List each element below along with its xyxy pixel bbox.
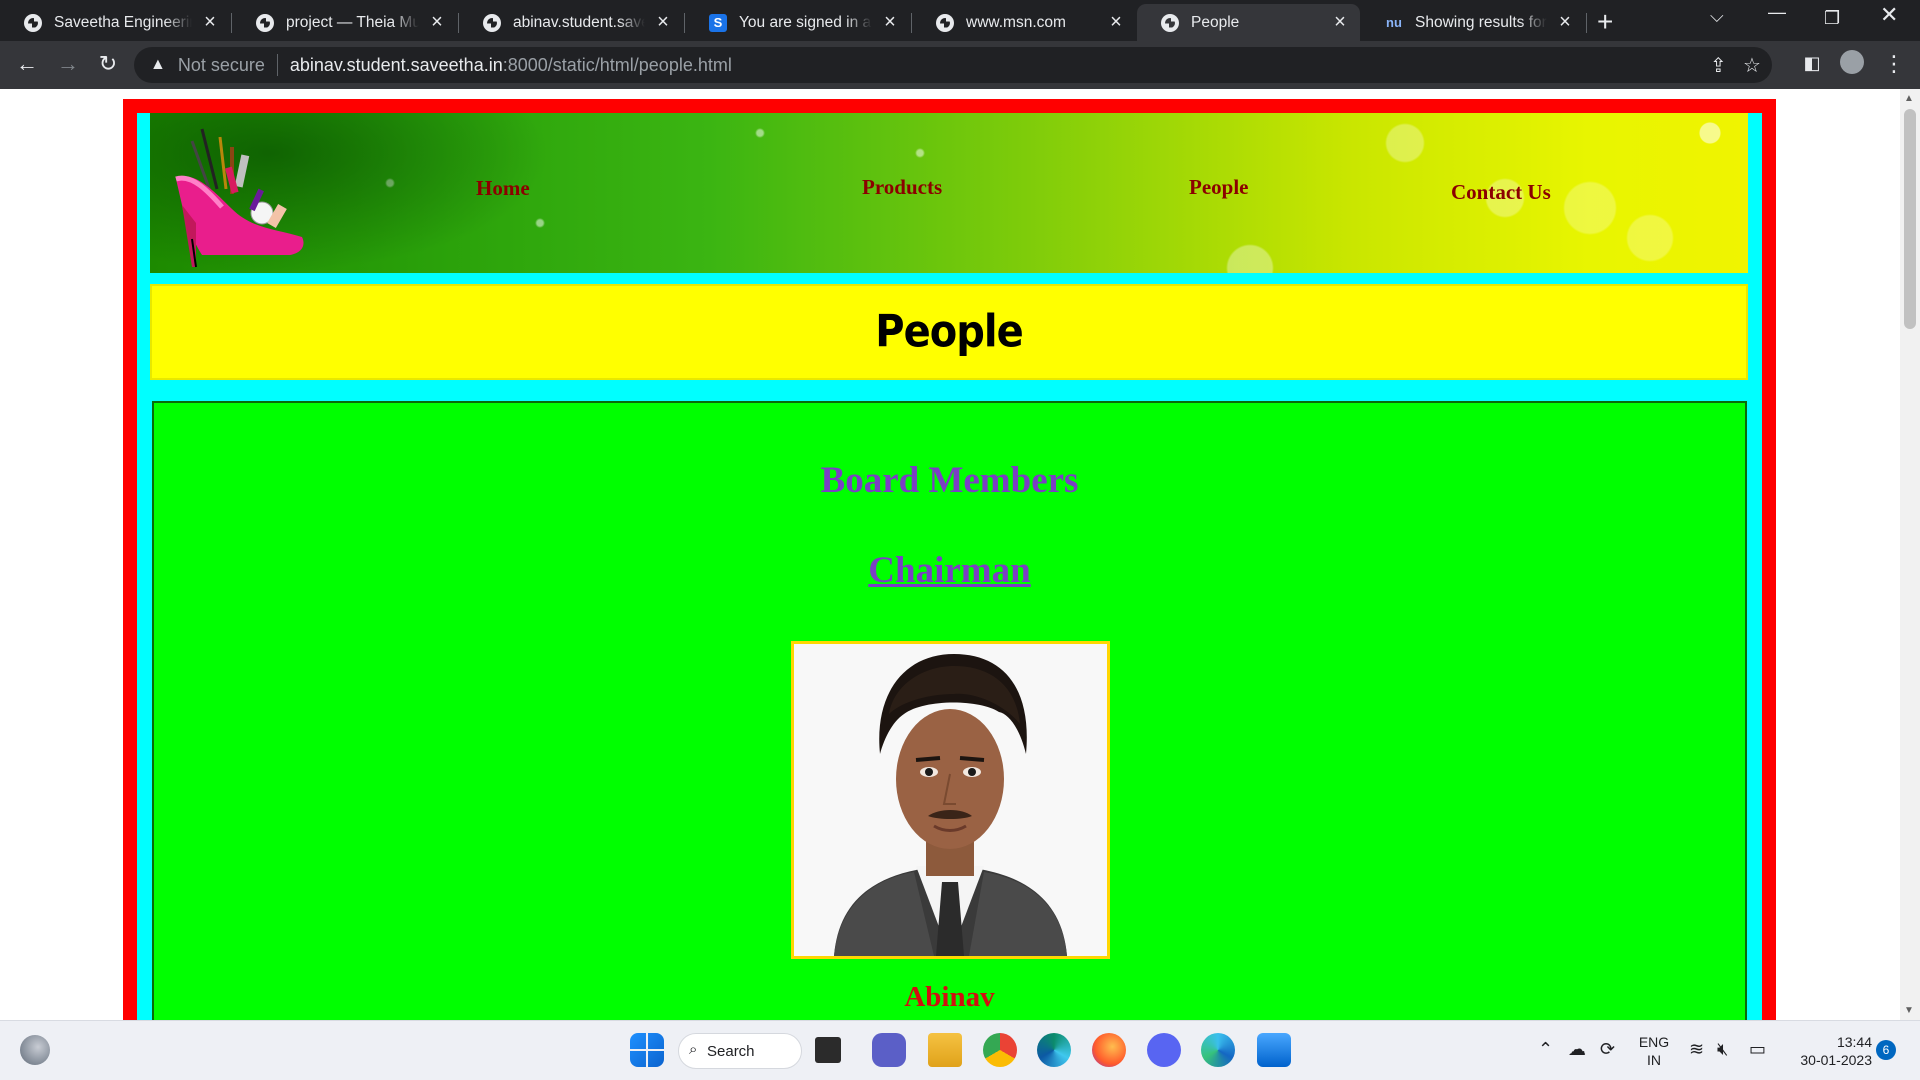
nu-icon: nu <box>1386 15 1402 30</box>
clock-time: 13:44 <box>1836 1034 1872 1050</box>
close-tab-icon[interactable]: × <box>1330 11 1350 34</box>
new-tab-button[interactable]: + <box>1597 6 1613 38</box>
close-tab-icon[interactable]: × <box>427 11 447 34</box>
nav-people-link[interactable]: People <box>1189 175 1248 200</box>
tab-title: abinav.student.saveetha <box>513 13 645 31</box>
close-tab-icon[interactable]: × <box>200 11 220 34</box>
close-tab-icon[interactable]: × <box>1106 11 1126 34</box>
close-tab-icon[interactable]: × <box>880 11 900 34</box>
tab-title: Showing results for ht <box>1415 13 1547 31</box>
globe-icon <box>483 13 501 32</box>
s-icon: S <box>709 13 727 32</box>
bookmark-star-icon[interactable]: ☆ <box>1743 53 1761 78</box>
language-code: ENG <box>1638 1034 1670 1050</box>
wifi-icon[interactable]: ≋ <box>1689 1039 1704 1060</box>
restore-button[interactable]: ❐ <box>1824 8 1840 29</box>
globe-icon <box>1161 13 1179 32</box>
tab-title: You are signed in as 2 <box>739 13 872 31</box>
edge-icon[interactable] <box>1201 1033 1235 1067</box>
page-scrollbar[interactable]: ▲ ▼ <box>1900 89 1920 1020</box>
globe-icon <box>936 13 954 32</box>
chairman-photo <box>791 641 1110 959</box>
high-heel-logo <box>175 128 304 268</box>
tab-title: www.msn.com <box>966 13 1066 31</box>
minimize-button[interactable]: — <box>1768 2 1786 23</box>
url-path: :8000/static/html/people.html <box>502 54 732 75</box>
forward-arrow-icon[interactable]: → <box>54 51 82 77</box>
battery-icon[interactable]: ▭ <box>1749 1039 1766 1060</box>
board-members-section: Board Members Chairman Abinav <box>152 401 1747 1020</box>
browser-toolbar: ← → ↻ ▲ Not secure abinav.student.saveet… <box>0 41 1920 89</box>
search-label: Search <box>707 1042 755 1060</box>
notification-badge[interactable]: 6 <box>1876 1040 1896 1060</box>
section-heading: Board Members <box>820 460 1079 501</box>
browser-tab-strip: Saveetha Engineering × project — Theia M… <box>0 0 1920 41</box>
chrome-icon[interactable] <box>983 1033 1017 1067</box>
browser-tab[interactable]: S You are signed in as 2 × <box>685 4 910 41</box>
close-tab-icon[interactable]: × <box>653 11 673 34</box>
tab-title: People <box>1191 13 1240 31</box>
search-icon: ⌕ <box>689 1041 698 1058</box>
back-arrow-icon[interactable]: ← <box>13 51 41 77</box>
browser-tab-active[interactable]: People × <box>1137 4 1360 41</box>
windows-taskbar: ⌕ Search ⌃ ☁ ⟳ ENG IN ≋ 🔇︎ ▭ 13:44 30-01… <box>0 1020 1920 1080</box>
firefox-icon[interactable] <box>1092 1033 1126 1067</box>
show-hidden-icons-chevron-icon[interactable]: ⌃ <box>1538 1039 1553 1060</box>
nav-products-link[interactable]: Products <box>862 175 942 200</box>
address-divider <box>276 54 278 76</box>
discord-icon[interactable] <box>1147 1033 1181 1067</box>
security-status: Not secure <box>177 54 265 75</box>
page-viewport: Home Products People Contact Us People B… <box>0 89 1900 1020</box>
clock-date: 30-01-2023 <box>1800 1052 1872 1068</box>
region-code: IN <box>1647 1052 1661 1068</box>
page-title: People <box>875 306 1023 358</box>
tab-search-chevron-icon[interactable]: ⌵ <box>1710 6 1724 27</box>
language-indicator[interactable]: ENG IN <box>1636 1033 1672 1069</box>
weather-widget-icon[interactable] <box>20 1035 50 1065</box>
share-icon[interactable]: ⇪ <box>1710 53 1727 78</box>
nav-contact-link[interactable]: Contact Us <box>1451 180 1551 205</box>
scrollbar-thumb[interactable] <box>1904 109 1916 329</box>
tab-title: Saveetha Engineering <box>54 13 192 31</box>
globe-icon <box>256 13 274 32</box>
nav-home-link[interactable]: Home <box>476 176 530 201</box>
task-view-icon[interactable] <box>815 1037 841 1063</box>
globe-icon <box>24 13 42 32</box>
warning-triangle-icon[interactable]: ▲ <box>150 56 166 74</box>
speaker-muted-icon[interactable]: 🔇︎ <box>1717 1039 1728 1060</box>
browser-tab[interactable]: www.msn.com × <box>912 4 1136 41</box>
windows-start-icon[interactable] <box>630 1033 664 1067</box>
address-bar[interactable]: ▲ Not secure abinav.student.saveetha.in … <box>134 47 1772 83</box>
sync-icon[interactable]: ⟳ <box>1600 1039 1615 1060</box>
browser-tab[interactable]: abinav.student.saveetha × <box>459 4 683 41</box>
tab-separator <box>1586 13 1587 33</box>
photos-icon[interactable] <box>1257 1033 1291 1067</box>
side-panel-icon[interactable]: ◧ <box>1798 53 1826 74</box>
url-host: abinav.student.saveetha.in <box>289 54 503 75</box>
teams-chat-icon[interactable] <box>872 1033 906 1067</box>
close-tab-icon[interactable]: × <box>1555 11 1575 34</box>
clock[interactable]: 13:44 30-01-2023 <box>1786 1033 1872 1069</box>
browser-tab[interactable]: project — Theia Multi × <box>232 4 457 41</box>
scroll-up-arrow-icon[interactable]: ▲ <box>1904 93 1914 104</box>
menu-kebab-icon[interactable]: ⋮ <box>1880 51 1908 77</box>
taskbar-search[interactable]: ⌕ Search <box>678 1033 802 1069</box>
browser-tab[interactable]: Saveetha Engineering × <box>0 4 230 41</box>
tab-title: project — Theia Multi <box>286 13 419 31</box>
file-explorer-icon[interactable] <box>928 1033 962 1067</box>
profile-avatar[interactable] <box>1838 50 1866 80</box>
person-portrait-image <box>794 644 1107 956</box>
edge-dev-icon[interactable] <box>1037 1033 1071 1067</box>
page-title-box: People <box>150 284 1748 380</box>
chairman-name: Abinav <box>904 981 995 1013</box>
browser-tab[interactable]: nu Showing results for ht × <box>1361 4 1585 41</box>
onedrive-cloud-icon[interactable]: ☁ <box>1568 1039 1586 1060</box>
reload-icon[interactable]: ↻ <box>94 51 122 77</box>
role-heading: Chairman <box>868 550 1031 591</box>
close-window-button[interactable]: ✕ <box>1880 2 1898 28</box>
scroll-down-arrow-icon[interactable]: ▼ <box>1904 1005 1914 1016</box>
